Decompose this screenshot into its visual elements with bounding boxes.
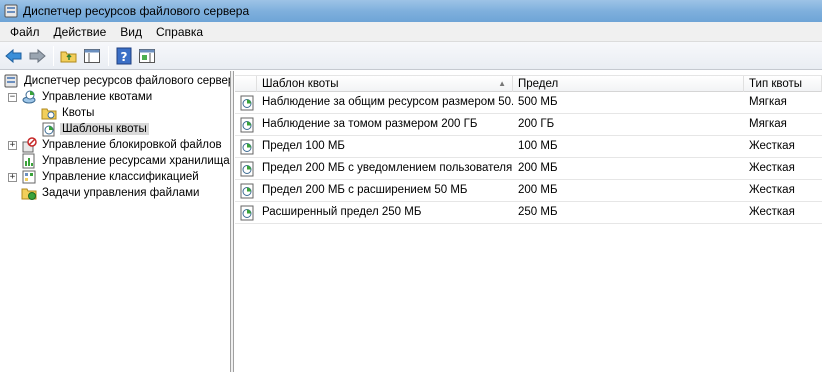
- file-server-icon: [4, 4, 18, 18]
- cell-template-name: Расширенный предел 250 МБ: [262, 206, 422, 218]
- file-tasks-icon: [21, 188, 37, 200]
- cell-template-name: Предел 100 МБ: [262, 140, 345, 152]
- cell-limit: 500 МБ: [518, 96, 558, 108]
- menu-help[interactable]: Справка: [149, 23, 210, 41]
- cell-quota-type: Мягкая: [749, 96, 787, 108]
- table-row[interactable]: Наблюдение за томом размером 200 ГБ 200 Г…: [235, 114, 822, 136]
- up-button[interactable]: [58, 45, 80, 67]
- icon-column-header[interactable]: [235, 76, 257, 92]
- classification-icon: [22, 170, 36, 184]
- cell-template-name: Предел 200 МБ с расширением 50 МБ: [262, 184, 468, 196]
- help-icon: ?: [116, 47, 132, 64]
- cell-quota-type: Жесткая: [749, 162, 795, 174]
- tree-item-storage-reports[interactable]: Управление ресурсами хранилища: [21, 153, 230, 169]
- tree-item-label: Управление блокировкой файлов: [42, 139, 222, 151]
- table-row[interactable]: Предел 100 МБ 100 МБ Жесткая: [235, 136, 822, 158]
- cell-limit: 200 МБ: [518, 184, 558, 196]
- menu-view[interactable]: Вид: [113, 23, 149, 41]
- tree-item-file-screening[interactable]: + Управление блокировкой файлов: [8, 137, 224, 153]
- tree-root-label: Диспетчер ресурсов файлового сервер: [24, 75, 231, 87]
- table-row[interactable]: Наблюдение за общим ресурсом размером 50…: [235, 92, 822, 114]
- collapse-icon[interactable]: −: [8, 92, 17, 102]
- toolbar-separator: [108, 45, 109, 66]
- table-row[interactable]: Предел 200 МБ с уведомлением пользовател…: [235, 158, 822, 180]
- quota-template-icon: [240, 139, 254, 155]
- folder-icon: [41, 108, 57, 120]
- tree-root[interactable]: Диспетчер ресурсов файлового сервер: [3, 73, 231, 89]
- cell-limit: 200 МБ: [518, 162, 558, 174]
- column-header-label: Предел: [518, 78, 559, 90]
- cell-quota-type: Жесткая: [749, 140, 795, 152]
- up-folder-icon: [60, 51, 77, 62]
- action-pane-icon: [139, 48, 155, 63]
- column-header-label: Тип квоты: [749, 78, 803, 90]
- expand-icon[interactable]: +: [8, 140, 17, 150]
- navigation-tree: Диспетчер ресурсов файлового сервер − Уп…: [0, 71, 231, 372]
- cell-limit: 100 МБ: [518, 140, 558, 152]
- tree-item-label: Управление ресурсами хранилища: [42, 155, 230, 167]
- tree-item-classification[interactable]: + Управление классификацией: [8, 169, 201, 185]
- back-arrow-icon: [5, 48, 22, 63]
- column-header-label: Шаблон квоты: [262, 78, 339, 90]
- cell-quota-type: Жесткая: [749, 184, 795, 196]
- sort-ascending-icon: ▲: [498, 79, 506, 88]
- quota-template-icon: [42, 122, 55, 137]
- tree-item-quotas[interactable]: Квоты: [41, 105, 96, 121]
- cell-template-name: Наблюдение за томом размером 200 ГБ: [262, 118, 478, 130]
- expand-icon[interactable]: +: [8, 172, 17, 182]
- show-hide-tree-icon: [84, 48, 100, 63]
- quota-templates-list: Шаблон квоты ▲ Предел Тип квоты Наблюден…: [235, 71, 822, 372]
- tree-item-file-management-tasks[interactable]: Задачи управления файлами: [21, 185, 201, 201]
- cell-template-name: Наблюдение за общим ресурсом размером 50…: [262, 96, 513, 108]
- cell-limit: 250 МБ: [518, 206, 558, 218]
- quota-management-icon: [22, 90, 36, 104]
- show-hide-tree-button[interactable]: [81, 45, 103, 67]
- quota-template-icon: [240, 95, 254, 111]
- menu-bar: Файл Действие Вид Справка: [0, 22, 822, 42]
- quota-template-icon: [240, 117, 254, 133]
- toolbar: ?: [0, 42, 822, 70]
- forward-button[interactable]: [26, 45, 48, 67]
- table-row[interactable]: Расширенный предел 250 МБ 250 МБ Жесткая: [235, 202, 822, 224]
- cell-quota-type: Жесткая: [749, 206, 795, 218]
- back-button[interactable]: [3, 45, 25, 67]
- action-pane-button[interactable]: [136, 45, 158, 67]
- tree-item-label: Шаблоны квоты: [60, 123, 149, 135]
- svg-text:?: ?: [121, 50, 128, 64]
- pane-splitter[interactable]: [231, 71, 234, 372]
- file-screening-icon: [22, 137, 37, 153]
- tree-item-quota-templates[interactable]: Шаблоны квоты: [41, 121, 149, 137]
- cell-limit: 200 ГБ: [518, 118, 555, 130]
- list-header: Шаблон квоты ▲ Предел Тип квоты: [235, 75, 822, 92]
- column-header-type[interactable]: Тип квоты: [744, 76, 822, 92]
- menu-file[interactable]: Файл: [3, 23, 47, 41]
- tree-item-label: Управление квотами: [42, 91, 153, 103]
- storage-reports-icon: [22, 153, 35, 169]
- forward-arrow-icon: [29, 48, 46, 63]
- tree-item-label: Задачи управления файлами: [42, 187, 200, 199]
- file-server-icon: [4, 74, 18, 88]
- title-bar: Диспетчер ресурсов файлового сервера: [0, 0, 822, 22]
- tree-item-label: Квоты: [62, 107, 95, 119]
- window-title: Диспетчер ресурсов файлового сервера: [23, 4, 250, 18]
- menu-action[interactable]: Действие: [47, 23, 114, 41]
- toolbar-separator: [53, 45, 54, 66]
- cell-quota-type: Мягкая: [749, 118, 787, 130]
- quota-template-icon: [240, 205, 254, 221]
- quota-template-icon: [240, 183, 254, 199]
- tree-item-quota-management[interactable]: − Управление квотами: [8, 89, 154, 105]
- tree-item-label: Управление классификацией: [42, 171, 199, 183]
- help-button[interactable]: ?: [113, 45, 135, 67]
- quota-template-icon: [240, 161, 254, 177]
- cell-template-name: Предел 200 МБ с уведомлением пользовател…: [262, 162, 513, 174]
- column-header-limit[interactable]: Предел: [513, 76, 744, 92]
- table-row[interactable]: Предел 200 МБ с расширением 50 МБ 200 МБ Ж…: [235, 180, 822, 202]
- column-header-template[interactable]: Шаблон квоты ▲: [257, 76, 513, 92]
